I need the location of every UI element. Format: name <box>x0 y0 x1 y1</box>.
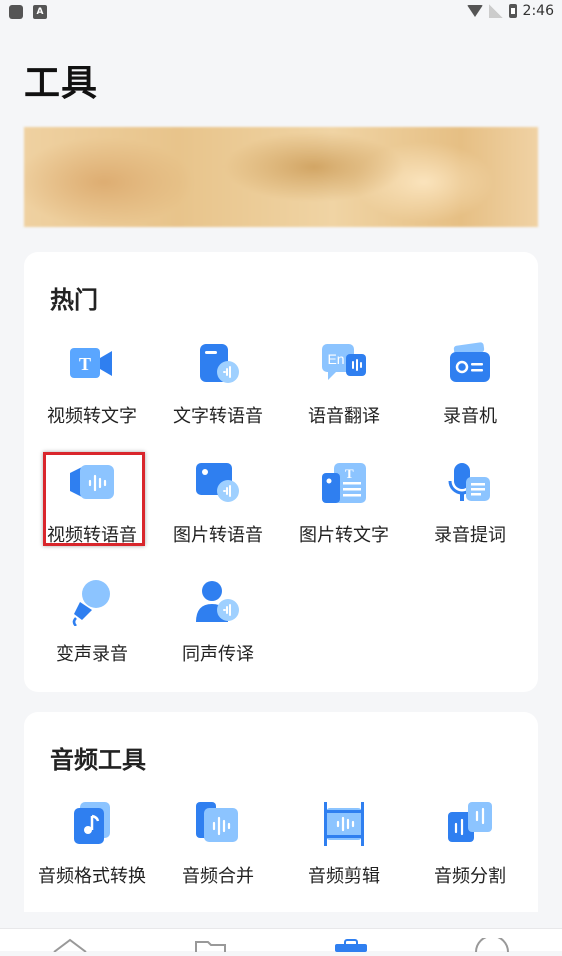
bottom-nav <box>0 928 562 953</box>
tool-audio-trim[interactable]: 音频剪辑 <box>281 800 407 888</box>
tool-label: 视频转文字 <box>47 406 137 427</box>
audio-split-icon <box>446 800 494 848</box>
tool-label: 音频剪辑 <box>308 866 380 887</box>
banner-ad[interactable] <box>24 127 538 227</box>
video-to-text-icon: T <box>68 340 116 388</box>
nav-profile[interactable] <box>472 935 512 953</box>
nav-home[interactable] <box>50 937 90 953</box>
recorder-icon <box>446 340 494 388</box>
tool-simultaneous-interpretation[interactable]: 同声传译 <box>155 578 281 666</box>
wifi-icon <box>466 5 483 17</box>
hot-section-title: 热门 <box>50 286 98 314</box>
tool-label: 录音提词 <box>434 525 506 546</box>
voice-translate-icon: En <box>320 340 368 388</box>
tool-audio-format-convert[interactable]: 音频格式转换 <box>29 800 155 888</box>
tool-label: 语音翻译 <box>308 406 380 427</box>
notification-app-icon <box>9 5 23 19</box>
tool-text-to-speech[interactable]: 文字转语音 <box>155 340 281 428</box>
svg-text:En: En <box>327 351 344 367</box>
tool-label: 音频分割 <box>434 866 506 887</box>
tool-audio-split[interactable]: 音频分割 <box>407 800 533 888</box>
battery-icon <box>508 4 517 18</box>
status-time: 2:46 <box>522 3 554 19</box>
tool-voice-translate[interactable]: En 语音翻译 <box>281 340 407 428</box>
tool-recorder[interactable]: 录音机 <box>407 340 533 428</box>
notification-badge-icon: A <box>33 5 47 19</box>
audio-format-convert-icon <box>68 800 116 848</box>
tool-label: 音频合并 <box>182 866 254 887</box>
tool-label: 文字转语音 <box>173 406 263 427</box>
audio-section-title: 音频工具 <box>50 746 146 774</box>
tool-label: 录音机 <box>443 406 497 427</box>
status-bar: A 2:46 <box>0 0 562 26</box>
svg-text:T: T <box>79 354 91 374</box>
tool-voice-changer[interactable]: 变声录音 <box>29 578 155 666</box>
nav-tools[interactable] <box>331 937 371 952</box>
page-title: 工具 <box>24 63 99 104</box>
tool-label: 变声录音 <box>56 644 128 665</box>
tool-label: 音频格式转换 <box>38 866 146 887</box>
tool-label: 图片转文字 <box>299 525 389 546</box>
audio-merge-icon <box>194 800 242 848</box>
image-to-speech-icon <box>194 459 242 507</box>
tool-label: 同声传译 <box>182 644 254 665</box>
image-to-text-icon: T <box>320 459 368 507</box>
nav-files[interactable] <box>192 937 232 952</box>
tool-label: 图片转语音 <box>173 525 263 546</box>
tool-image-to-speech[interactable]: 图片转语音 <box>155 459 281 547</box>
audio-trim-icon <box>320 800 368 848</box>
text-to-speech-icon <box>194 340 242 388</box>
signal-icon <box>488 4 503 18</box>
audio-tools-card: 音频工具 音频格式转换 音频合并 音频剪辑 音频分割 <box>24 712 538 912</box>
tool-audio-merge[interactable]: 音频合并 <box>155 800 281 888</box>
teleprompter-icon <box>446 459 494 507</box>
simultaneous-interpretation-icon <box>194 578 242 626</box>
svg-text:T: T <box>345 466 354 481</box>
tool-teleprompter[interactable]: 录音提词 <box>407 459 533 547</box>
tool-video-to-text[interactable]: T 视频转文字 <box>29 340 155 428</box>
tool-image-to-text[interactable]: T 图片转文字 <box>281 459 407 547</box>
voice-changer-icon <box>68 578 116 627</box>
selection-highlight <box>43 452 145 546</box>
